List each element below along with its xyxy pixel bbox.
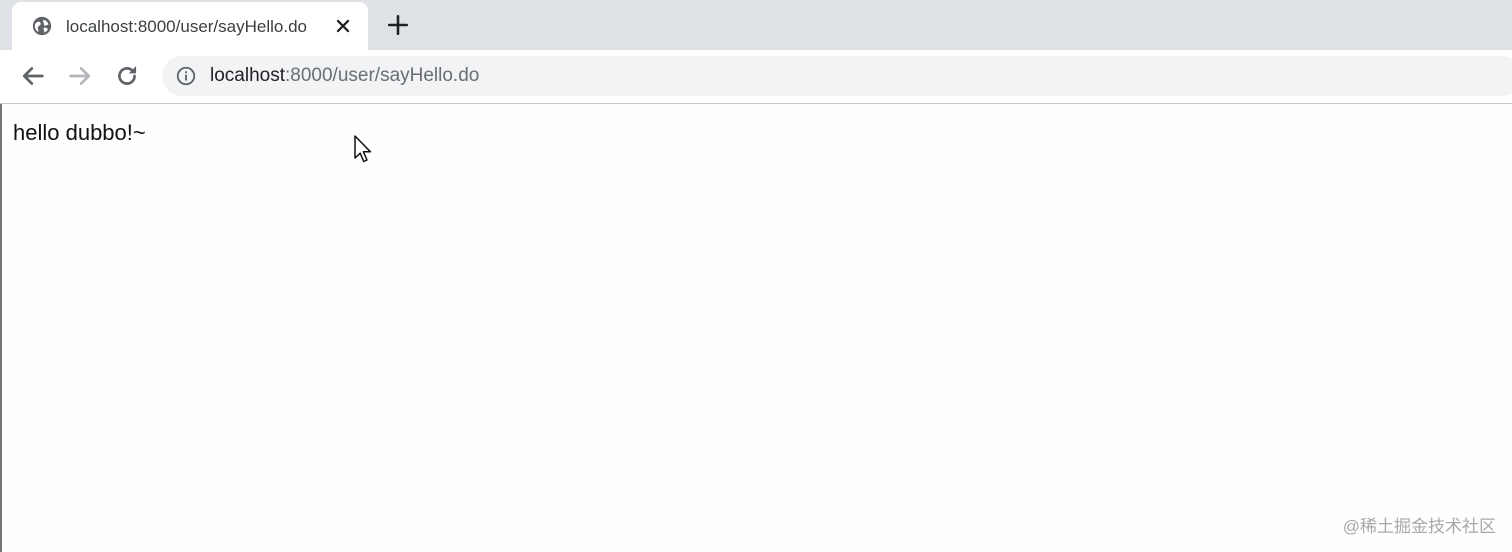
browser-toolbar: localhost:8000/user/sayHello.do	[0, 50, 1512, 104]
url-host: localhost	[210, 65, 285, 86]
url-text[interactable]: localhost:8000/user/sayHello.do	[210, 65, 479, 87]
back-arrow-icon[interactable]	[19, 62, 47, 90]
active-tab[interactable]: localhost:8000/user/sayHello.do	[12, 2, 368, 50]
info-icon[interactable]	[175, 65, 197, 87]
page-body-text: hello dubbo!~	[13, 120, 146, 145]
tab-title-fade	[308, 14, 334, 40]
close-icon[interactable]	[332, 15, 354, 37]
plus-icon[interactable]	[384, 11, 412, 39]
forward-arrow-icon[interactable]	[66, 62, 94, 90]
page-content: hello dubbo!~ @稀土掘金技术社区	[0, 104, 1512, 552]
reload-icon[interactable]	[113, 62, 141, 90]
tab-strip: localhost:8000/user/sayHello.do	[0, 0, 1512, 50]
address-bar[interactable]: localhost:8000/user/sayHello.do	[162, 56, 1512, 96]
url-path: :8000/user/sayHello.do	[285, 65, 480, 86]
browser-window: localhost:8000/user/sayHello.do localhos…	[0, 0, 1512, 552]
mouse-cursor-icon	[354, 135, 372, 163]
watermark: @稀土掘金技术社区	[1342, 517, 1496, 536]
tab-title: localhost:8000/user/sayHello.do	[66, 17, 307, 36]
globe-icon	[32, 16, 52, 36]
